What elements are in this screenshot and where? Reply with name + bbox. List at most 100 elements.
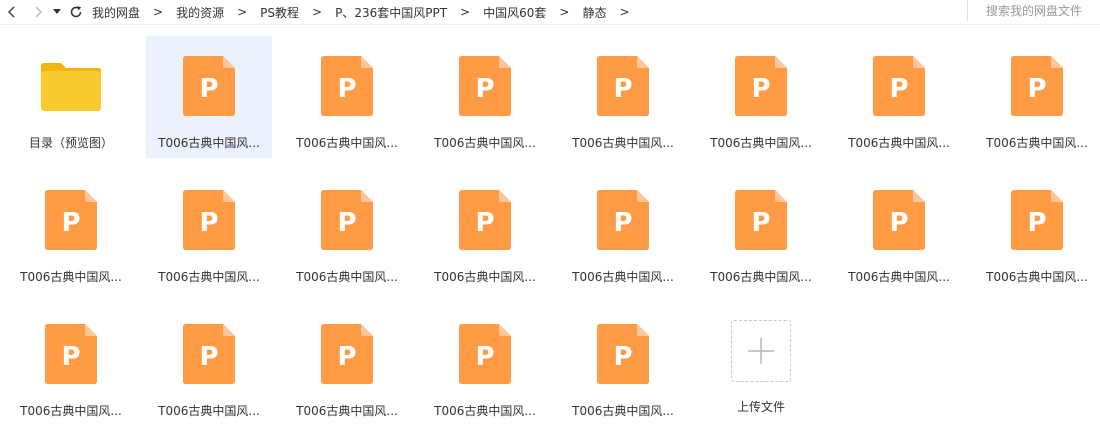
chevron-right-icon xyxy=(35,6,43,18)
file-tile[interactable]: P T006古典中国风... xyxy=(974,36,1100,158)
ppt-file-fold xyxy=(775,190,787,202)
ppt-letter: P xyxy=(889,74,908,104)
file-icon-wrap: P xyxy=(41,190,101,250)
upload-tile[interactable]: 上传文件 xyxy=(698,304,824,426)
file-icon-wrap: P xyxy=(455,324,515,384)
ppt-file-icon: P xyxy=(735,56,787,116)
file-icon-wrap: P xyxy=(593,190,653,250)
search-box xyxy=(967,0,1100,22)
ppt-file-fold xyxy=(637,56,649,68)
ppt-file-fold xyxy=(499,56,511,68)
ppt-file-icon: P xyxy=(873,56,925,116)
ppt-file-fold xyxy=(361,324,373,336)
breadcrumb-item[interactable]: 中国风60套 xyxy=(483,4,546,21)
caret-down-icon xyxy=(53,9,61,14)
ppt-file-icon: P xyxy=(459,56,511,116)
file-icon-wrap: P xyxy=(869,190,929,250)
breadcrumb-separator: > xyxy=(237,5,248,19)
ppt-letter: P xyxy=(475,342,494,372)
ppt-letter: P xyxy=(1027,208,1046,238)
ppt-file-fold xyxy=(223,190,235,202)
folder-icon xyxy=(41,63,101,111)
file-tile[interactable]: P T006古典中国风... xyxy=(560,36,686,158)
ppt-file-fold xyxy=(637,324,649,336)
ppt-letter: P xyxy=(1027,74,1046,104)
file-icon-wrap: P xyxy=(455,190,515,250)
ppt-letter: P xyxy=(751,74,770,104)
breadcrumb-separator: > xyxy=(460,5,471,19)
refresh-button[interactable] xyxy=(66,2,86,22)
breadcrumb-item[interactable]: 静态 xyxy=(582,4,606,21)
file-icon-wrap: P xyxy=(179,324,239,384)
ppt-letter: P xyxy=(61,208,80,238)
file-tile[interactable]: P T006古典中国风... xyxy=(836,170,962,292)
ppt-letter: P xyxy=(613,342,632,372)
file-tile[interactable]: P T006古典中国风... xyxy=(422,304,548,426)
folder-tile[interactable]: 目录（预览图） xyxy=(8,36,134,158)
toolbar: 我的网盘 > 我的资源 > PS教程 > P、236套中国风PPT > 中国风60套 > 静态 > xyxy=(0,0,1100,25)
ppt-file-fold xyxy=(361,190,373,202)
file-tile[interactable]: P T006古典中国风... xyxy=(8,304,134,426)
ppt-letter: P xyxy=(751,208,770,238)
file-tile[interactable]: P T006古典中国风... xyxy=(560,304,686,426)
ppt-letter: P xyxy=(475,74,494,104)
file-tile[interactable]: P T006古典中国风... xyxy=(284,36,410,158)
forward-button[interactable] xyxy=(28,2,48,22)
file-tile[interactable]: P T006古典中国风... xyxy=(146,170,272,292)
file-tile[interactable]: P T006古典中国风... xyxy=(284,304,410,426)
file-grid: 目录（预览图） P T006古典中国风... P T006古典中国风... P T006古… xyxy=(8,36,1100,426)
breadcrumb-item[interactable]: P、236套中国风PPT xyxy=(335,4,447,21)
file-tile[interactable]: P T006古典中国风... xyxy=(284,170,410,292)
file-tile[interactable]: P T006古典中国风... xyxy=(698,36,824,158)
file-tile[interactable]: P T006古典中国风... xyxy=(8,170,134,292)
history-dropdown-button[interactable] xyxy=(50,2,64,22)
ppt-file-icon: P xyxy=(45,190,97,250)
file-icon-wrap: P xyxy=(317,324,377,384)
ppt-letter: P xyxy=(613,208,632,238)
file-name: T006古典中国风... xyxy=(710,136,812,150)
file-tile[interactable]: P T006古典中国风... xyxy=(560,170,686,292)
file-tile[interactable]: P T006古典中国风... xyxy=(974,170,1100,292)
upload-box[interactable] xyxy=(731,320,791,382)
breadcrumb-item[interactable]: 我的资源 xyxy=(176,4,224,21)
file-tile[interactable]: P T006古典中国风... xyxy=(422,170,548,292)
file-name: T006古典中国风... xyxy=(434,270,536,284)
breadcrumb-item[interactable]: PS教程 xyxy=(260,4,299,21)
breadcrumb-separator: > xyxy=(619,5,630,19)
ppt-file-fold xyxy=(85,324,97,336)
ppt-file-fold xyxy=(499,324,511,336)
breadcrumb-item[interactable]: 我的网盘 xyxy=(92,4,140,21)
back-button[interactable] xyxy=(2,2,22,22)
file-name: T006古典中国风... xyxy=(434,136,536,150)
file-tile[interactable]: P T006古典中国风... xyxy=(146,304,272,426)
ppt-file-fold xyxy=(499,190,511,202)
file-tile[interactable]: P T006古典中国风... xyxy=(698,170,824,292)
ppt-letter: P xyxy=(337,342,356,372)
ppt-letter: P xyxy=(613,74,632,104)
ppt-file-fold xyxy=(1051,190,1063,202)
file-tile[interactable]: P T006古典中国风... xyxy=(836,36,962,158)
refresh-icon xyxy=(70,6,82,18)
ppt-file-icon: P xyxy=(321,190,373,250)
file-name: T006古典中国风... xyxy=(296,404,398,418)
file-icon-wrap: P xyxy=(317,56,377,116)
ppt-file-icon: P xyxy=(597,190,649,250)
search-input[interactable] xyxy=(973,3,1095,19)
ppt-letter: P xyxy=(61,342,80,372)
file-icon-wrap: P xyxy=(41,324,101,384)
ppt-letter: P xyxy=(337,74,356,104)
ppt-file-icon: P xyxy=(45,324,97,384)
file-icon-wrap: P xyxy=(179,190,239,250)
ppt-file-fold xyxy=(223,324,235,336)
ppt-file-fold xyxy=(775,56,787,68)
ppt-file-fold xyxy=(913,190,925,202)
file-tile[interactable]: P T006古典中国风... xyxy=(146,36,272,158)
ppt-file-fold xyxy=(1051,56,1063,68)
ppt-file-icon: P xyxy=(597,56,649,116)
file-name: T006古典中国风... xyxy=(848,136,950,150)
file-icon-wrap: P xyxy=(593,56,653,116)
ppt-file-fold xyxy=(361,56,373,68)
file-name: T006古典中国风... xyxy=(572,270,674,284)
file-name: T006古典中国风... xyxy=(20,404,122,418)
file-tile[interactable]: P T006古典中国风... xyxy=(422,36,548,158)
